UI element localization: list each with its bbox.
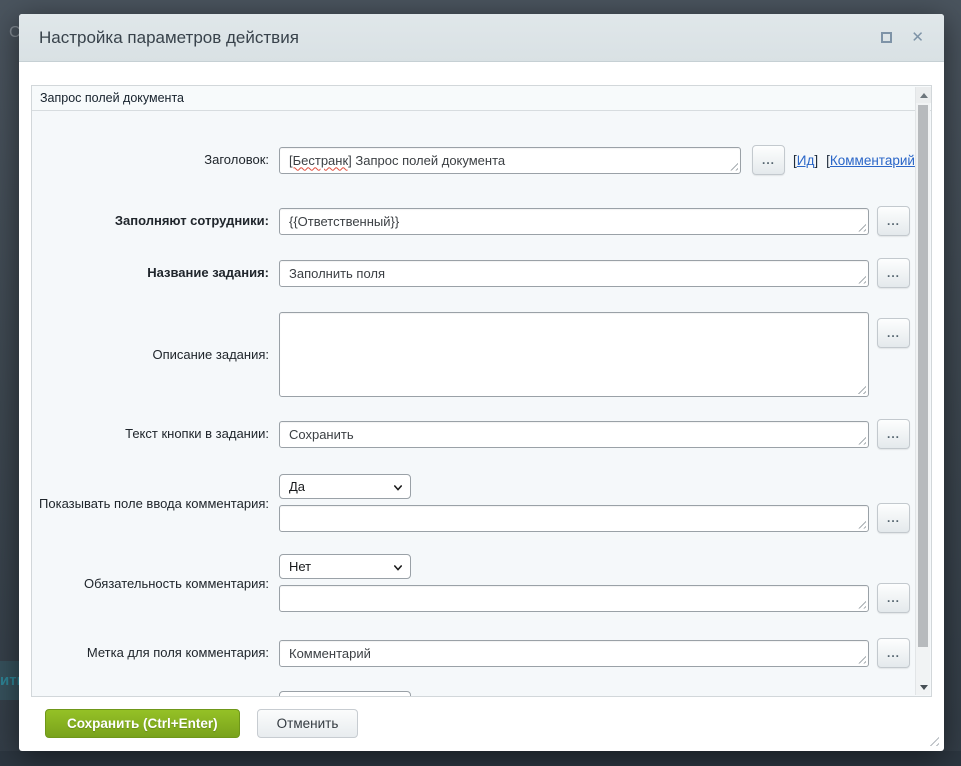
title-input[interactable]: [Бестранк] Запрос полей документа	[279, 147, 741, 174]
assignees-label: Заполняют сотрудники:	[32, 212, 269, 230]
task-name-label: Название задания:	[32, 264, 269, 282]
resize-grip-icon[interactable]	[857, 223, 866, 232]
show-comment-select-value: Да	[289, 479, 305, 494]
resize-grip-icon[interactable]	[857, 275, 866, 284]
action-settings-dialog: Настройка параметров действия ✕ Запрос п…	[19, 14, 944, 751]
comment-field-label-label: Метка для поля комментария:	[32, 644, 269, 662]
resize-grip-icon[interactable]	[857, 385, 866, 394]
show-comment-input[interactable]	[279, 505, 869, 532]
save-button[interactable]: Сохранить (Ctrl+Enter)	[45, 709, 240, 738]
id-link[interactable]: Ид	[797, 153, 815, 168]
show-comment-more-button[interactable]: ...	[877, 503, 910, 533]
row-comment-required: Обязательность комментария: Нет ...	[32, 554, 931, 613]
resize-grip-icon[interactable]	[857, 436, 866, 445]
title-label: Заголовок:	[32, 151, 269, 169]
title-value: Запрос полей документа	[352, 153, 505, 168]
task-name-value: Заполнить поля	[289, 266, 385, 281]
assignees-more-button[interactable]: ...	[877, 206, 910, 236]
comment-field-label-more-button[interactable]: ...	[877, 638, 910, 668]
row-comment-field-label: Метка для поля комментария: Комментарий …	[32, 638, 931, 668]
maximize-icon[interactable]	[881, 32, 892, 43]
comment-field-label-value: Комментарий	[289, 646, 371, 661]
close-icon[interactable]: ✕	[911, 30, 924, 45]
task-button-text-label: Текст кнопки в задании:	[32, 425, 269, 443]
resize-grip-icon[interactable]	[857, 655, 866, 664]
chevron-down-icon	[394, 484, 402, 492]
comment-required-select[interactable]: Нет	[279, 554, 411, 579]
row-bottom-toggle: Да	[32, 691, 931, 697]
scroll-down-arrow-icon[interactable]	[916, 679, 931, 695]
row-title: Заголовок: [Бестранк] Запрос полей докум…	[32, 145, 931, 175]
vertical-scrollbar[interactable]	[915, 87, 930, 695]
task-description-more-button[interactable]: ...	[877, 318, 910, 348]
assignees-value: {{Ответственный}}	[289, 214, 399, 229]
resize-grip-icon[interactable]	[857, 600, 866, 609]
section-tab: Запрос полей документа	[32, 86, 931, 111]
comment-required-label: Обязательность комментария:	[32, 575, 269, 593]
settings-form: Заголовок: [Бестранк] Запрос полей докум…	[32, 111, 931, 697]
row-assignees: Заполняют сотрудники: {{Ответственный}} …	[32, 206, 931, 236]
task-button-text-input[interactable]: Сохранить	[279, 421, 869, 448]
settings-scroll-panel: Запрос полей документа Заголовок: [Бестр…	[31, 85, 932, 697]
bracket: ]	[814, 153, 818, 168]
comment-required-input[interactable]	[279, 585, 869, 612]
title-more-button[interactable]: ...	[752, 145, 785, 175]
bottom-toggle-select[interactable]: Да	[279, 691, 411, 697]
assignees-input[interactable]: {{Ответственный}}	[279, 208, 869, 235]
resize-grip-icon[interactable]	[857, 520, 866, 529]
row-task-name: Название задания: Заполнить поля ...	[32, 258, 931, 288]
dialog-title: Настройка параметров действия	[39, 28, 881, 48]
task-name-input[interactable]: Заполнить поля	[279, 260, 869, 287]
row-task-description: Описание задания: ...	[32, 312, 931, 397]
comment-required-more-button[interactable]: ...	[877, 583, 910, 613]
comment-required-select-value: Нет	[289, 559, 311, 574]
title-links: [Ид][Комментарий]	[793, 153, 919, 168]
show-comment-label: Показывать поле ввода комментария:	[32, 495, 269, 513]
row-task-button-text: Текст кнопки в задании: Сохранить ...	[32, 419, 931, 449]
chevron-down-icon	[394, 564, 402, 572]
show-comment-select[interactable]: Да	[279, 474, 411, 499]
comment-field-label-input[interactable]: Комментарий	[279, 640, 869, 667]
resize-grip-icon[interactable]	[729, 162, 738, 171]
cancel-button[interactable]: Отменить	[257, 709, 359, 738]
dialog-footer: Сохранить (Ctrl+Enter) Отменить	[31, 697, 932, 738]
dialog-titlebar: Настройка параметров действия ✕	[19, 14, 944, 62]
title-value-misspelled: [Бестранк]	[289, 153, 352, 168]
bottom-toggle-select-value: Да	[289, 696, 305, 697]
scrollbar-thumb[interactable]	[918, 105, 928, 647]
task-name-more-button[interactable]: ...	[877, 258, 910, 288]
row-show-comment: Показывать поле ввода комментария: Да ..…	[32, 474, 931, 533]
task-description-label: Описание задания:	[32, 346, 269, 364]
task-description-input[interactable]	[279, 312, 869, 397]
background-page-band	[0, 751, 961, 766]
task-button-text-more-button[interactable]: ...	[877, 419, 910, 449]
task-button-text-value: Сохранить	[289, 427, 354, 442]
comment-link[interactable]: Комментарий	[830, 153, 915, 168]
scroll-up-arrow-icon[interactable]	[916, 87, 931, 103]
